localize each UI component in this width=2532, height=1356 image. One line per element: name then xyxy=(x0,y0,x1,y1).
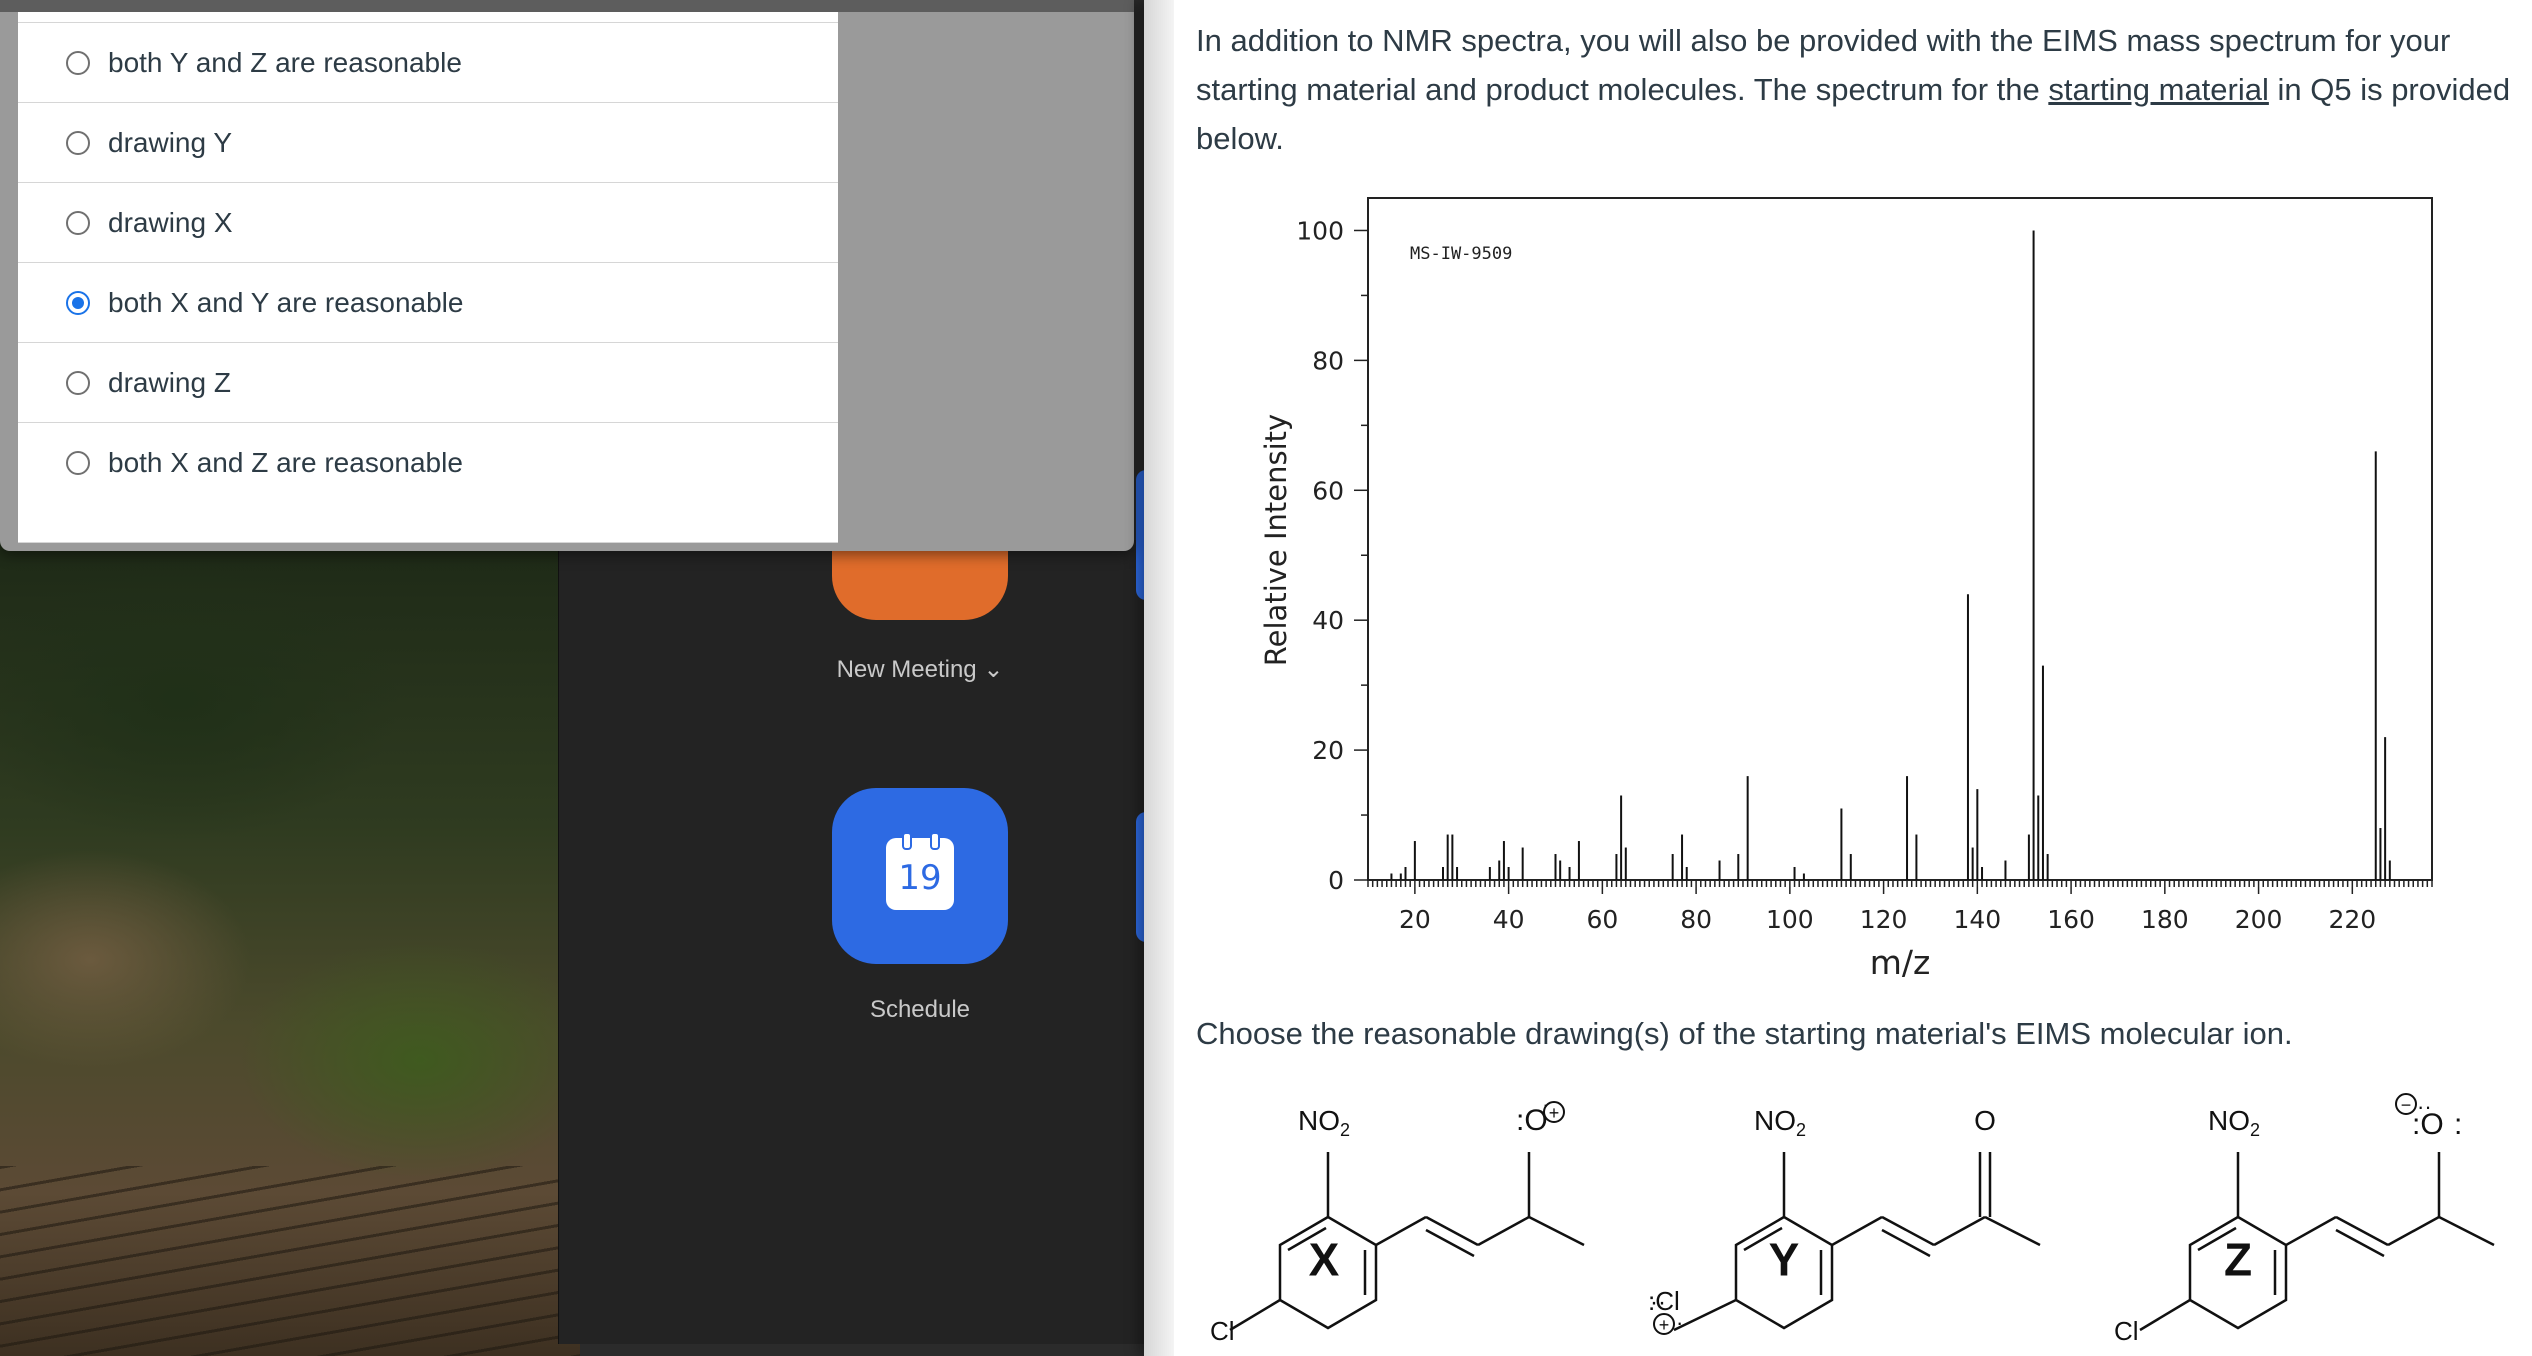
x-tick-label: 60 xyxy=(1586,905,1618,934)
radical-dot: · xyxy=(1676,1310,1683,1335)
x-tick-label: 80 xyxy=(1680,905,1712,934)
plus-charge-symbol: + xyxy=(1659,1315,1670,1335)
answer-options-window: both Y and Z are reasonable drawing Y dr… xyxy=(0,0,1134,551)
chlorine-label: Cl xyxy=(1210,1316,1235,1346)
calendar-ring-icon xyxy=(902,832,912,850)
answer-option[interactable]: both Y and Z are reasonable xyxy=(18,22,838,102)
spectrum-id-label: MS-IW-9509 xyxy=(1410,244,1512,264)
drawing-x xyxy=(1229,1152,1585,1332)
oxygen-radical-anion: :O xyxy=(2412,1108,2444,1141)
drawing-y xyxy=(1673,1152,2041,1332)
new-meeting-label[interactable]: New Meeting ⌄ xyxy=(800,655,1040,684)
x-tick-label: 40 xyxy=(1493,905,1525,934)
answer-option[interactable]: both X and Y are reasonable xyxy=(18,262,838,342)
y-tick-label: 100 xyxy=(1296,216,1344,245)
radio-button[interactable] xyxy=(66,131,90,155)
calendar-ring-icon xyxy=(930,832,940,850)
drawing-y-label: Y xyxy=(1769,1234,1800,1286)
answer-option-label[interactable]: drawing Z xyxy=(108,367,231,399)
answer-option-label[interactable]: drawing X xyxy=(108,207,233,239)
drawing-x-label: X xyxy=(1309,1234,1340,1286)
axis-ticks: 20 40 60 80 100 120 140 160 180 200 220 0 20 40 60 80 10… xyxy=(1296,216,2433,934)
y-tick-label: 60 xyxy=(1312,476,1344,505)
drawing-z xyxy=(2139,1152,2495,1332)
x-tick-label: 180 xyxy=(2141,905,2189,934)
chevron-down-icon[interactable]: ⌄ xyxy=(983,656,1003,683)
answer-option[interactable]: drawing Y xyxy=(18,102,838,182)
radio-button-selected[interactable] xyxy=(66,291,90,315)
plus-charge-symbol: + xyxy=(1549,1103,1560,1123)
radio-button[interactable] xyxy=(66,451,90,475)
answer-option-label[interactable]: both Y and Z are reasonable xyxy=(108,47,462,79)
no2-label: NO2 xyxy=(1298,1105,1350,1140)
desktop-wallpaper xyxy=(0,540,580,1356)
y-tick-label: 0 xyxy=(1328,866,1344,895)
starting-material-link[interactable]: starting material xyxy=(2048,72,2269,107)
answer-option-label[interactable]: both X and Y are reasonable xyxy=(108,287,463,319)
answer-option-label[interactable]: drawing Y xyxy=(108,127,232,159)
question-prompt: Choose the reasonable drawing(s) of the … xyxy=(1196,1016,2293,1051)
drawing-z-label: Z xyxy=(2224,1234,2252,1286)
x-tick-label: 120 xyxy=(1860,905,1908,934)
no2-label: NO2 xyxy=(1754,1105,1806,1140)
radio-button[interactable] xyxy=(66,51,90,75)
window-topbar xyxy=(0,0,1134,12)
no2-label: NO2 xyxy=(2208,1105,2260,1140)
y-tick-label: 80 xyxy=(1312,346,1344,375)
answer-option[interactable]: drawing X xyxy=(18,182,838,262)
y-tick-label: 40 xyxy=(1312,606,1344,635)
molecule-drawings: X NO2 Cl :O · + Y NO2 O ·· :Cl + · Z NO2… xyxy=(1210,1092,2495,1346)
answer-option[interactable]: drawing Z xyxy=(18,342,838,422)
x-axis-label: m/z xyxy=(1870,943,1931,982)
x-tick-label: 140 xyxy=(1953,905,2001,934)
answer-option[interactable]: both X and Z are reasonable xyxy=(18,422,838,502)
calendar-day: 19 xyxy=(898,858,942,898)
x-tick-label: 160 xyxy=(2047,905,2095,934)
x-tick-label: 20 xyxy=(1399,905,1431,934)
options-divider xyxy=(18,542,838,544)
x-tick-label: 220 xyxy=(2328,905,2376,934)
vineyard-rows xyxy=(0,1166,580,1356)
chlorine-label: Cl xyxy=(2114,1316,2139,1346)
question-intro: In addition to NMR spectra, you will als… xyxy=(1196,23,2511,156)
calendar-icon: 19 xyxy=(886,832,954,910)
radio-button[interactable] xyxy=(66,371,90,395)
answer-option-label[interactable]: both X and Z are reasonable xyxy=(108,447,463,479)
y-axis-label: Relative Intensity xyxy=(1259,414,1293,666)
schedule-label: Schedule xyxy=(869,996,971,1023)
radio-button[interactable] xyxy=(66,211,90,235)
minus-charge-symbol: − xyxy=(2401,1095,2412,1115)
oxygen-label: O xyxy=(1974,1105,1996,1136)
mass-spectrum-chart: MS-IW-9509 Relative Intensity m/z 20 40 60… xyxy=(1259,197,2433,982)
x-tick-label: 100 xyxy=(1766,905,1814,934)
lone-pair-dots: : xyxy=(2454,1108,2462,1141)
plot-frame xyxy=(1367,197,2433,881)
chlorine-radical-cation: :Cl xyxy=(1648,1286,1680,1316)
answer-options-list: both Y and Z are reasonable drawing Y dr… xyxy=(18,12,838,544)
x-tick-label: 200 xyxy=(2235,905,2283,934)
y-tick-label: 20 xyxy=(1312,736,1344,765)
spectrum-peaks xyxy=(1390,230,2391,880)
